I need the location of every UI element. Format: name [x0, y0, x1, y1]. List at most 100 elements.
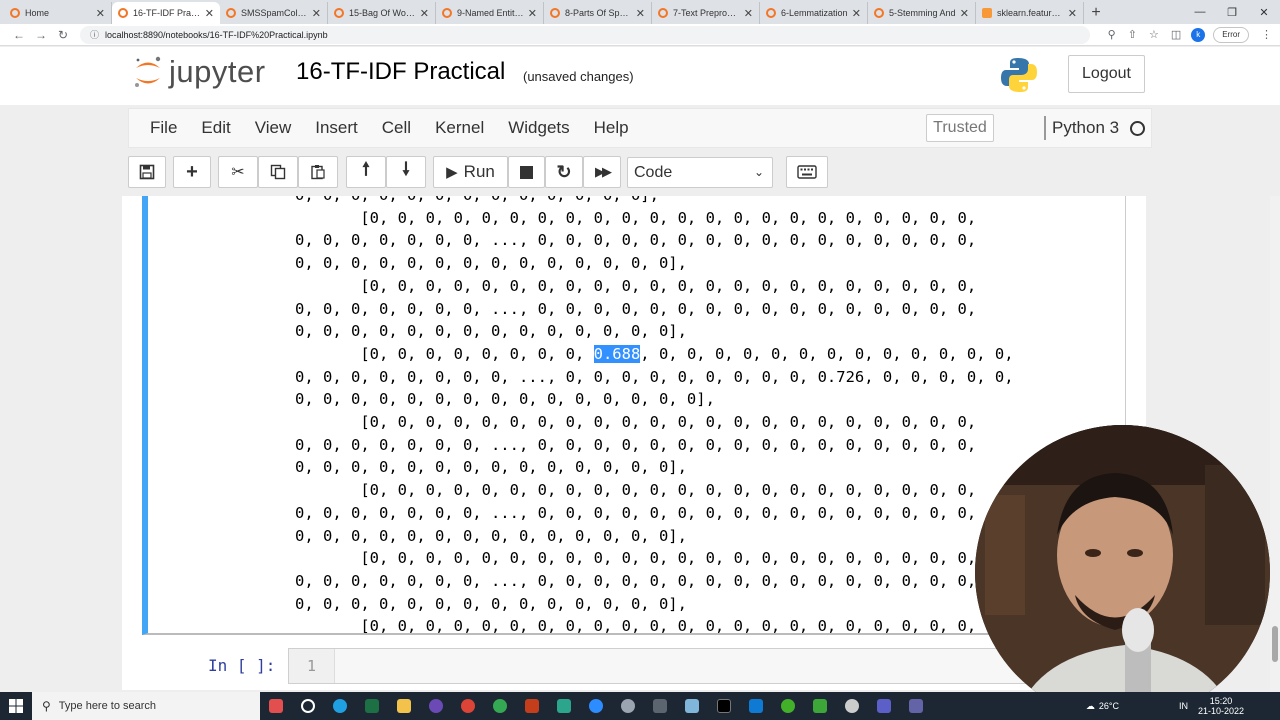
restore-icon[interactable]: ❐ — [1216, 0, 1248, 24]
taskbar-app-chrome[interactable] — [452, 692, 484, 720]
taskbar-app-keyboard[interactable] — [644, 692, 676, 720]
info-icon[interactable]: ⓘ — [90, 28, 99, 41]
close-tab-icon[interactable]: ✕ — [205, 7, 214, 20]
close-tab-icon[interactable]: ✕ — [420, 7, 429, 20]
page-scrollbar[interactable] — [1270, 196, 1280, 690]
share-icon[interactable]: ⇧ — [1128, 28, 1137, 41]
browser-tab[interactable]: sklearn.feature_ext ✕ — [976, 2, 1084, 24]
close-tab-icon[interactable]: ✕ — [636, 7, 645, 20]
scrollbar-thumb[interactable] — [1272, 626, 1278, 662]
browser-tab[interactable]: SMSSpamCollection ✕ — [220, 2, 328, 24]
notebook-title[interactable]: 16-TF-IDF Practical — [296, 58, 505, 86]
insert-cell-button[interactable]: + — [173, 156, 211, 188]
close-tab-icon[interactable]: ✕ — [960, 7, 969, 20]
forward-icon[interactable]: → — [30, 28, 52, 42]
interrupt-button[interactable] — [508, 156, 545, 188]
kernel-status-icon — [1130, 121, 1145, 136]
close-tab-icon[interactable]: ✕ — [744, 7, 753, 20]
reload-icon[interactable]: ↻ — [52, 28, 74, 42]
close-window-icon[interactable]: ✕ — [1248, 0, 1280, 24]
browser-tab[interactable]: 15-Bag Of Words P ✕ — [328, 2, 436, 24]
taskbar-app-excel[interactable] — [356, 692, 388, 720]
taskbar-app-edge[interactable] — [324, 692, 356, 720]
cut-button[interactable]: ✂ — [218, 156, 258, 188]
clock[interactable]: 15:20 21-10-2022 — [1198, 696, 1244, 716]
move-up-button[interactable]: 🠕 — [346, 156, 386, 188]
output-line-text: [0, 0, 0, 0, 0, 0, 0, 0, 0, 0, 0, 0, 0, … — [295, 481, 977, 500]
move-down-button[interactable]: 🠗 — [386, 156, 426, 188]
trusted-indicator[interactable]: Trusted — [926, 114, 994, 142]
command-palette-button[interactable] — [786, 156, 828, 188]
taskbar-app-vscode[interactable] — [740, 692, 772, 720]
browser-tab[interactable]: 5-Stemming And ✕ — [868, 2, 976, 24]
browser-tab[interactable]: 9-Named Entity Re ✕ — [436, 2, 544, 24]
language-indicator[interactable]: IN — [1179, 701, 1188, 711]
run-button[interactable]: ▶ Run — [433, 156, 508, 188]
menu-help[interactable]: Help — [594, 118, 629, 138]
browser-tab[interactable]: Home ✕ — [4, 2, 112, 24]
menu-insert[interactable]: Insert — [315, 118, 358, 138]
logout-button[interactable]: Logout — [1068, 55, 1145, 93]
windows-start-button[interactable] — [0, 699, 32, 713]
new-tab-button[interactable]: + — [1084, 2, 1108, 24]
menu-kebab-icon[interactable]: ⋮ — [1261, 28, 1272, 41]
menu-edit[interactable]: Edit — [201, 118, 230, 138]
windows-taskbar: ⚲ Type here to search ☁ 26°C IN 15:20 21… — [0, 692, 1280, 720]
weather-icon[interactable]: ☁ — [1086, 701, 1095, 712]
taskbar-app-paint[interactable] — [260, 692, 292, 720]
selected-value[interactable]: 0.688 — [593, 344, 641, 363]
minimize-icon[interactable]: — — [1184, 0, 1216, 24]
bookmark-star-icon[interactable]: ☆ — [1149, 28, 1159, 41]
url-field[interactable]: ⓘ localhost:8890/notebooks/16-TF-IDF%20P… — [80, 25, 1090, 44]
taskbar-app-taskview[interactable] — [292, 692, 324, 720]
taskbar-app-powerpoint[interactable] — [516, 692, 548, 720]
jupyter-logo[interactable]: jupyter — [133, 54, 266, 90]
taskbar-app-notes[interactable] — [676, 692, 708, 720]
profile-avatar[interactable]: k — [1191, 27, 1206, 42]
jupyter-icon — [442, 8, 452, 18]
taskbar-app-git[interactable] — [868, 692, 900, 720]
taskbar-app-github[interactable] — [836, 692, 868, 720]
browser-tab[interactable]: 7-Text Preprocessi ✕ — [652, 2, 760, 24]
taskbar-app-terminal[interactable] — [708, 692, 740, 720]
taskbar-app-media[interactable] — [804, 692, 836, 720]
restart-run-all-button[interactable]: ▶▶ — [583, 156, 621, 188]
close-tab-icon[interactable]: ✕ — [528, 7, 537, 20]
menu-view[interactable]: View — [255, 118, 292, 138]
taskbar-app-chrome-2[interactable] — [484, 692, 516, 720]
browser-tab[interactable]: 16-TF-IDF Practical ✕ — [112, 2, 220, 24]
taskbar-app-settings[interactable] — [612, 692, 644, 720]
menu-widgets[interactable]: Widgets — [508, 118, 569, 138]
url-text: localhost:8890/notebooks/16-TF-IDF%20Pra… — [105, 29, 328, 40]
error-badge[interactable]: Error — [1213, 26, 1249, 43]
cell-type-select[interactable]: Code ⌄ — [627, 157, 773, 188]
kernel-name[interactable]: Python 3 — [1044, 116, 1119, 140]
taskbar-search[interactable]: ⚲ Type here to search — [32, 692, 260, 720]
taskbar-app-zoom[interactable] — [580, 692, 612, 720]
taskbar-app-obs[interactable] — [420, 692, 452, 720]
back-icon[interactable]: ← — [8, 28, 30, 42]
taskbar-app-arrow[interactable] — [548, 692, 580, 720]
restart-button[interactable]: ↻ — [545, 156, 583, 188]
menu-file[interactable]: File — [150, 118, 177, 138]
save-button[interactable] — [128, 156, 166, 188]
taskbar-app-anaconda[interactable] — [772, 692, 804, 720]
close-tab-icon[interactable]: ✕ — [312, 7, 321, 20]
taskbar-app-explorer[interactable] — [388, 692, 420, 720]
browser-tab[interactable]: 8-Parts Of Speech ✕ — [544, 2, 652, 24]
menu-cell[interactable]: Cell — [382, 118, 411, 138]
close-tab-icon[interactable]: ✕ — [96, 7, 105, 20]
input-prompt: In [ ]: — [208, 656, 276, 675]
output-line: 0, 0, 0, 0, 0, 0, 0, 0, ..., 0, 0, 0, 0,… — [295, 366, 1014, 389]
paste-button[interactable] — [298, 156, 338, 188]
taskbar-app-teams[interactable] — [900, 692, 932, 720]
close-tab-icon[interactable]: ✕ — [1068, 7, 1077, 20]
menu-kernel[interactable]: Kernel — [435, 118, 484, 138]
windows-icon — [9, 699, 23, 713]
copy-button[interactable] — [258, 156, 298, 188]
weather-temp[interactable]: 26°C — [1099, 701, 1119, 711]
zoom-icon[interactable]: ⚲ — [1108, 28, 1116, 41]
close-tab-icon[interactable]: ✕ — [852, 7, 861, 20]
sidebar-icon[interactable]: ◫ — [1171, 28, 1181, 41]
browser-tab[interactable]: 6-Lemmatization ✕ — [760, 2, 868, 24]
